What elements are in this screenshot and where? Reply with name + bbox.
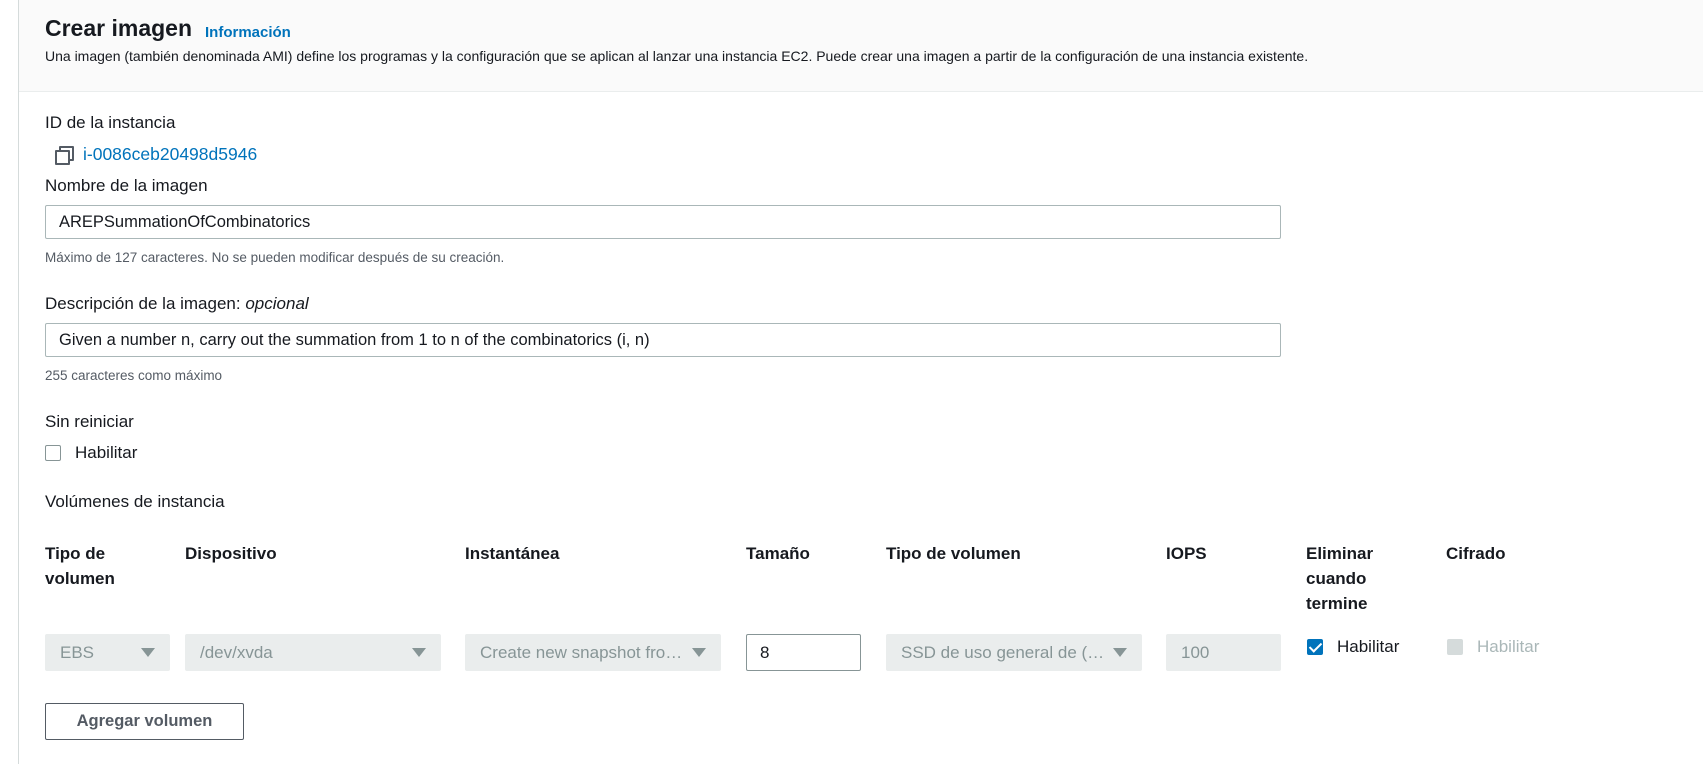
image-description-label: Descripción de la imagen: opcional [45,294,309,314]
caret-down-icon [1113,648,1127,657]
col-header-iops: IOPS [1166,544,1207,563]
caret-down-icon [412,648,426,657]
caret-down-icon [141,648,155,657]
page-description: Una imagen (también denominada AMI) defi… [45,48,1309,64]
left-border [18,0,19,764]
page-header [19,0,1703,92]
size-input[interactable] [746,634,861,671]
encrypted-label: Habilitar [1477,637,1540,656]
image-description-label-text: Descripción de la imagen: [45,294,241,313]
instance-id-label: ID de la instancia [45,113,176,132]
instance-volumes-label: Volúmenes de instancia [45,492,225,511]
image-name-label: Nombre de la imagen [45,176,208,195]
delete-on-termination-checkbox[interactable] [1307,639,1323,655]
volume-kind-value: SSD de uso general de (gp2) [901,642,1107,662]
iops-field: 100 [1166,634,1281,671]
caret-down-icon [692,648,706,657]
col-header-delete-on-termination: Eliminar cuando termine [1306,544,1374,613]
delete-on-termination-label[interactable]: Habilitar [1337,637,1399,657]
col-header-size: Tamaño [746,544,810,563]
page-title: Crear imagen [45,15,193,41]
optional-text: opcional [245,294,309,313]
col-header-volume-kind: Tipo de volumen [886,544,1021,563]
add-volume-button[interactable]: Agregar volumen [45,703,244,740]
image-description-hint: 255 caracteres como máximo [45,368,223,383]
instance-id-link[interactable]: i-0086ceb20498d5946 [83,144,257,165]
snapshot-value: Create new snapshot from instance [480,642,686,662]
snapshot-select: Create new snapshot from instance [465,634,721,671]
no-reboot-checkbox-label[interactable]: Habilitar [75,443,137,463]
copy-icon[interactable] [54,144,74,165]
volume-type-select: EBS [45,634,170,671]
iops-value: 100 [1181,642,1210,662]
col-header-snapshot: Instantánea [465,544,560,563]
device-value: /dev/xvda [200,642,273,662]
col-header-volume-type: Tipo de volumen [45,544,115,588]
volume-type-value: EBS [60,642,95,662]
image-name-input[interactable] [45,205,1281,239]
instance-id-row: i-0086ceb20498d5946 [54,142,257,166]
device-select: /dev/xvda [185,634,441,671]
col-header-encrypted: Cifrado [1446,544,1506,563]
no-reboot-label: Sin reiniciar [45,412,134,431]
image-description-input[interactable] [45,323,1281,357]
info-link[interactable]: Información [205,24,291,41]
image-name-hint: Máximo de 127 caracteres. No se pueden m… [45,250,505,265]
encrypted-checkbox [1447,639,1463,655]
volume-kind-select: SSD de uso general de (gp2) [886,634,1142,671]
no-reboot-checkbox[interactable] [45,445,61,461]
col-header-device: Dispositivo [185,544,277,563]
